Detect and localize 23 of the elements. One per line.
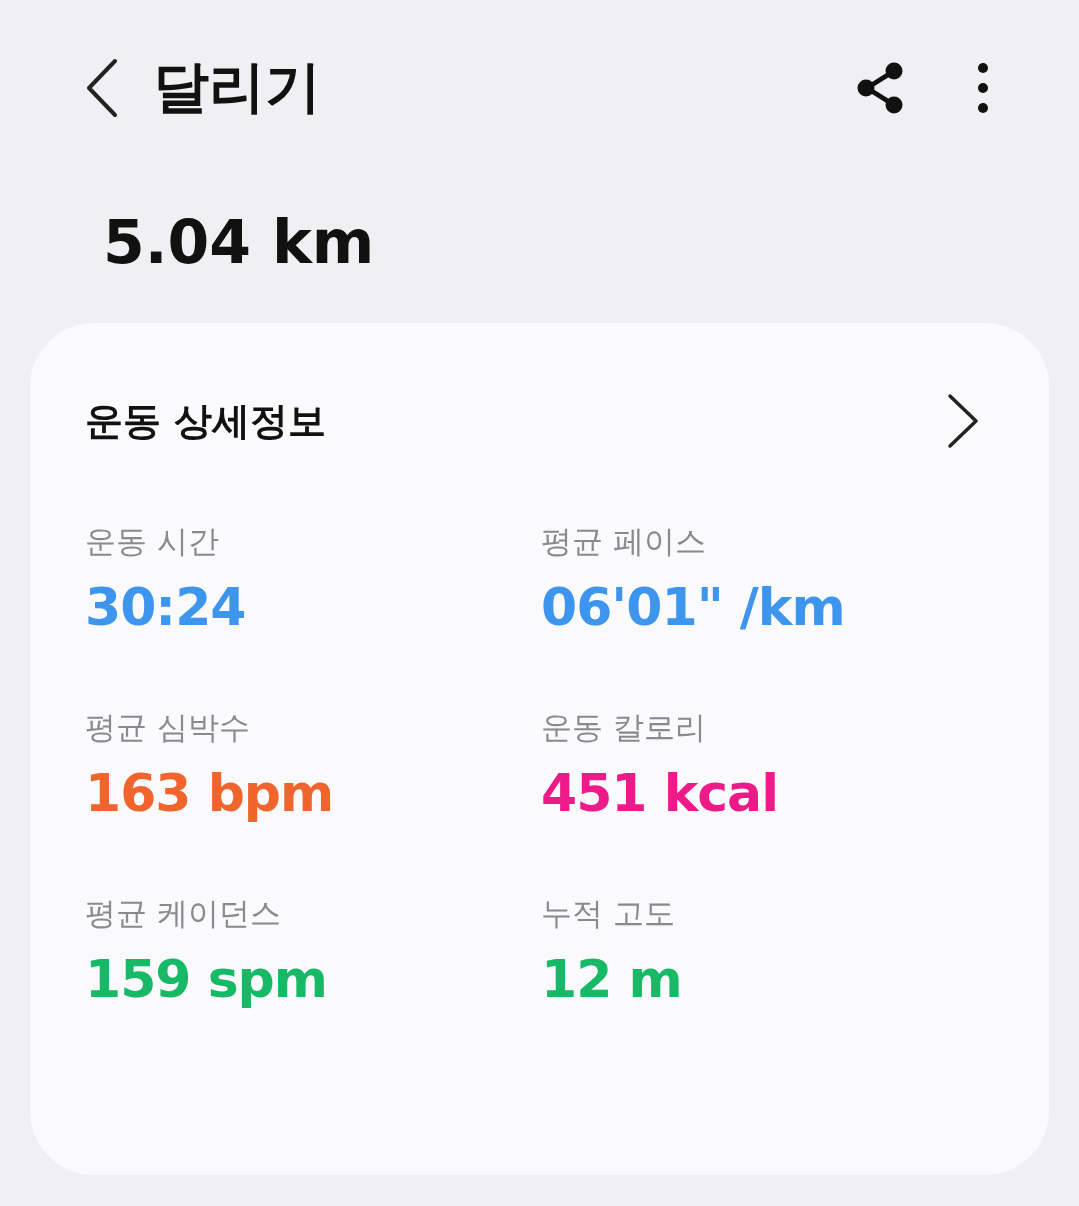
back-icon — [85, 57, 119, 118]
stat-value: 06'01" /km — [541, 577, 846, 637]
stat-label: 평균 페이스 — [541, 522, 707, 561]
stat-value: 159 spm — [85, 949, 328, 1009]
stat-label: 운동 시간 — [85, 522, 220, 561]
more-button[interactable] — [977, 61, 989, 114]
stat-value: 163 bpm — [85, 763, 335, 823]
stat-value: 30:24 — [85, 577, 247, 637]
more-icon — [977, 61, 989, 114]
stat-label: 누적 고도 — [541, 894, 676, 933]
screen-title: 달리기 — [153, 52, 322, 121]
stat-label: 평균 심박수 — [85, 708, 251, 747]
details-button[interactable] — [947, 393, 979, 449]
share-icon — [857, 61, 903, 114]
stat-label: 운동 칼로리 — [541, 708, 707, 747]
distance-value: 5.04 km — [102, 206, 376, 279]
stat-value: 451 kcal — [541, 763, 779, 823]
stat-value: 12 m — [541, 949, 683, 1009]
stat-label: 평균 케이던스 — [85, 894, 282, 933]
chevron-right-icon — [947, 393, 979, 449]
back-button[interactable] — [85, 57, 119, 118]
card-title: 운동 상세정보 — [85, 397, 327, 445]
share-button[interactable] — [857, 61, 903, 114]
